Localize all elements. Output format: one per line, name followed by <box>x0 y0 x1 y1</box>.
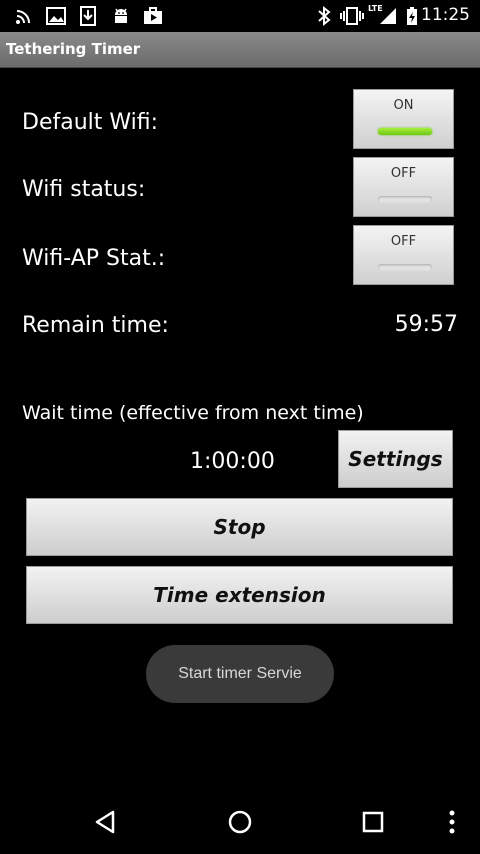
toggle-indicator <box>378 196 432 203</box>
wifi-status-toggle[interactable]: OFF <box>353 157 454 217</box>
default-wifi-toggle[interactable]: ON <box>353 89 454 149</box>
navigation-bar <box>0 790 480 854</box>
toggle-indicator <box>378 264 432 271</box>
signal-icon: LTE <box>368 4 398 26</box>
app-title: Tethering Timer <box>6 40 141 58</box>
default-wifi-label: Default Wifi: <box>22 110 159 135</box>
remain-time-label: Remain time: <box>22 313 169 338</box>
wifi-ap-toggle[interactable]: OFF <box>353 225 454 285</box>
toggle-indicator <box>378 128 432 135</box>
overflow-menu-icon[interactable] <box>434 802 470 842</box>
wifi-ap-label: Wifi-AP Stat.: <box>22 246 166 271</box>
home-icon[interactable] <box>220 802 260 842</box>
status-bar: LTE 11:25 <box>0 0 480 32</box>
title-bar: Tethering Timer <box>0 32 480 68</box>
settings-button[interactable]: Settings <box>338 430 453 488</box>
vibrate-icon <box>340 6 364 26</box>
wait-time-value: 1:00:00 <box>190 449 275 474</box>
wait-time-label: Wait time (effective from next time) <box>22 402 364 424</box>
toast-message: Start timer Servie <box>146 645 334 703</box>
toggle-state-text: OFF <box>390 166 417 181</box>
download-icon <box>78 6 98 26</box>
recents-icon[interactable] <box>353 802 393 842</box>
time-extension-button[interactable]: Time extension <box>26 566 453 624</box>
remain-time-value: 59:57 <box>394 312 458 337</box>
clock: 11:25 <box>421 5 470 25</box>
wifi-status-label: Wifi status: <box>22 177 146 202</box>
toggle-state-text: OFF <box>390 234 417 249</box>
wifi-hotspot-icon <box>14 6 34 26</box>
back-icon[interactable] <box>86 802 126 842</box>
toggle-state-text: ON <box>393 98 414 113</box>
battery-charging-icon <box>405 6 419 26</box>
stop-button[interactable]: Stop <box>26 498 453 556</box>
briefcase-play-icon <box>142 6 164 26</box>
bluetooth-icon <box>316 6 332 26</box>
image-icon <box>45 6 67 26</box>
android-icon <box>110 6 132 26</box>
